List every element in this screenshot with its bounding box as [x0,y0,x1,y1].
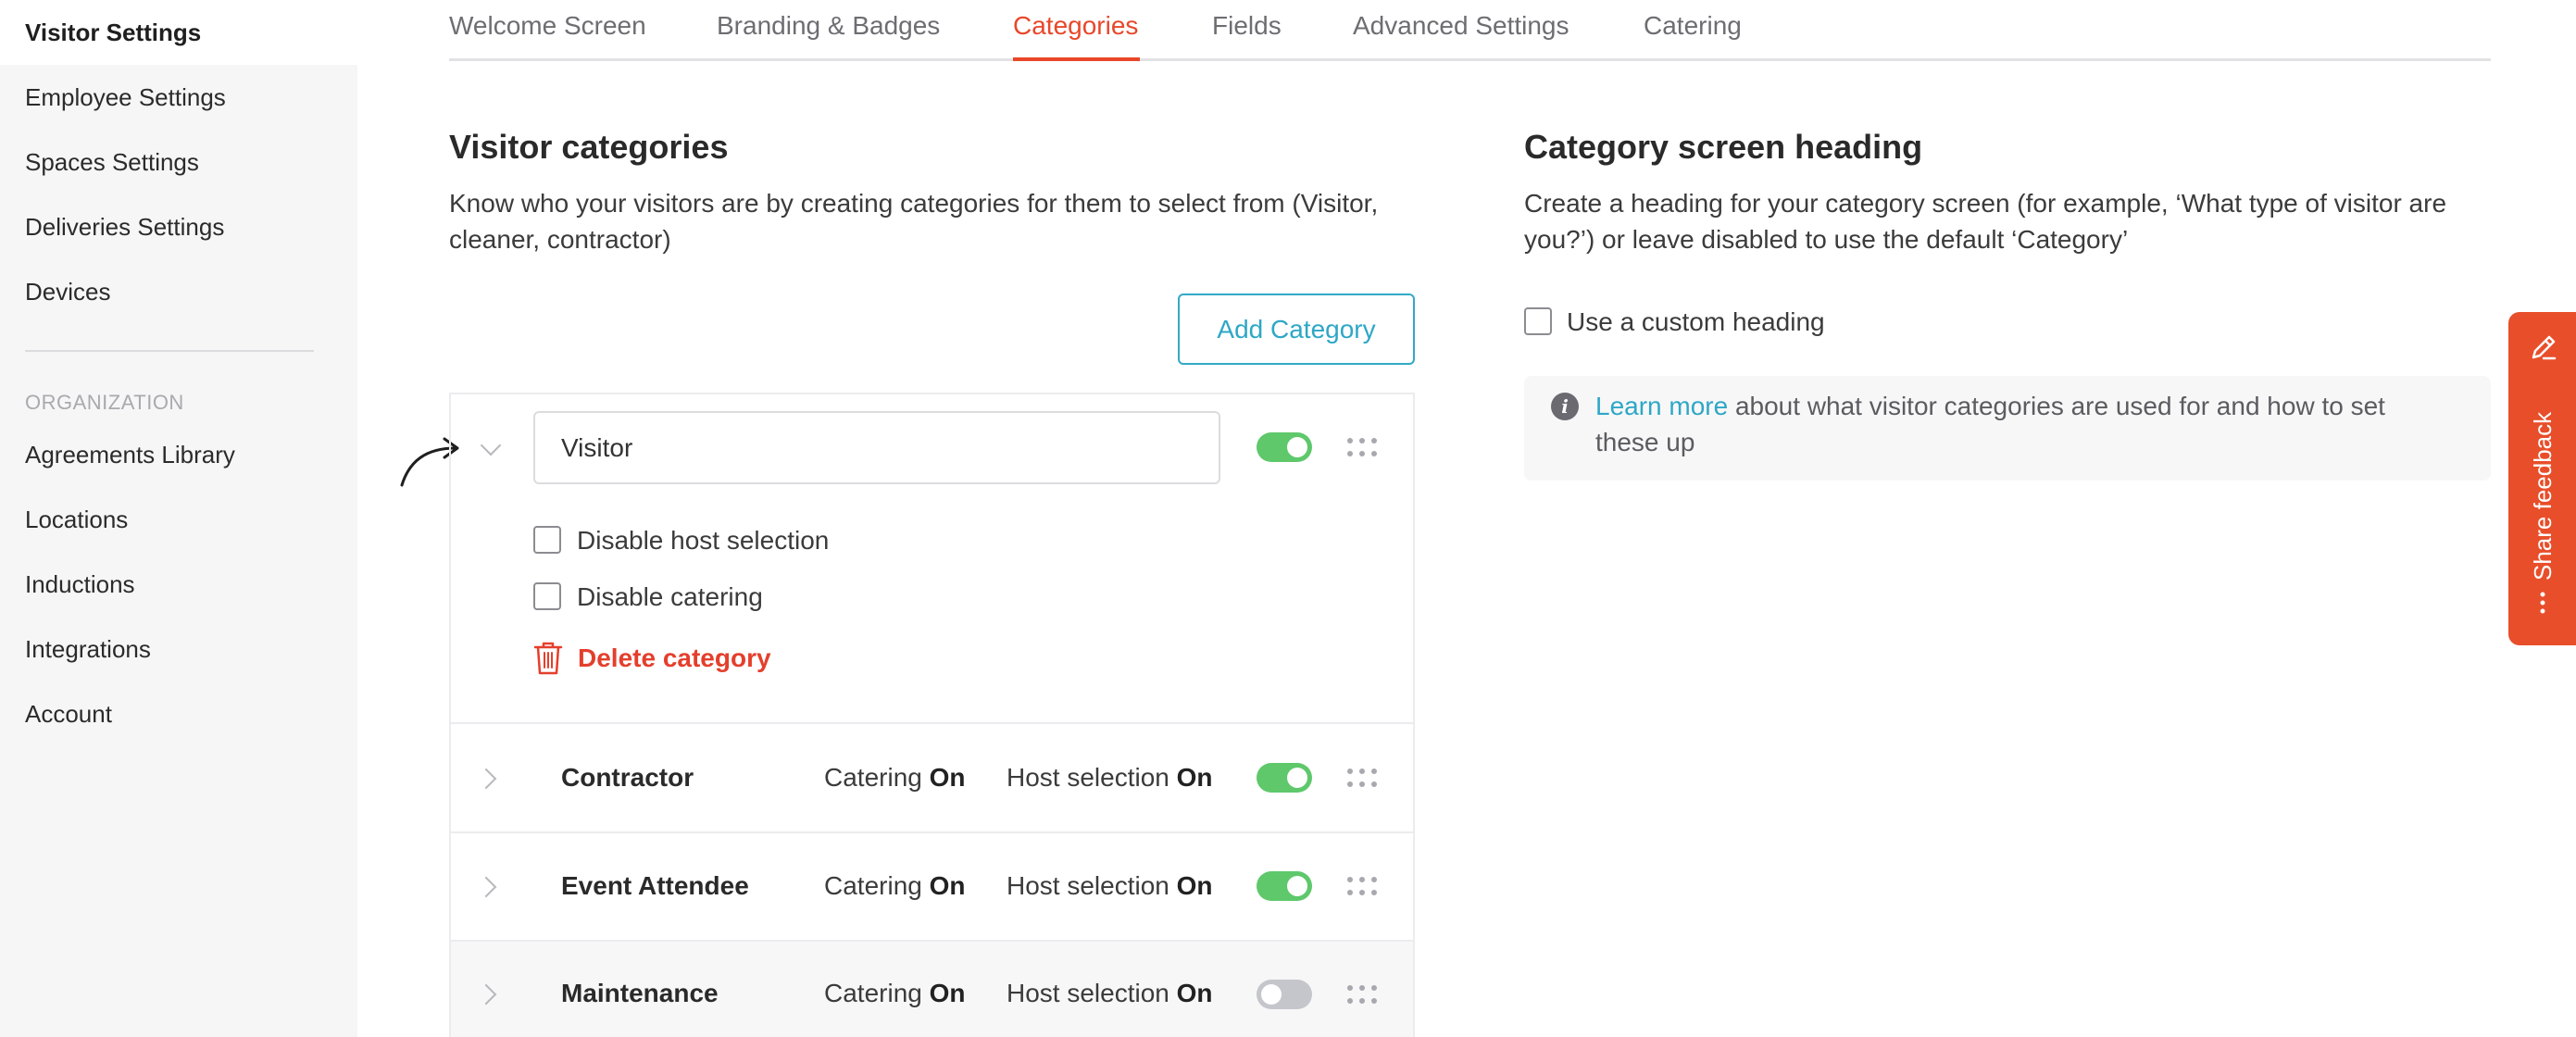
delete-category-button[interactable]: Delete category [533,641,771,676]
sidebar: Visitor Settings Employee Settings Space… [0,0,357,1037]
row-divider [449,831,1415,833]
row-divider [449,940,1415,942]
category-heading-description: Create a heading for your category scree… [1524,189,2447,254]
trash-icon [533,642,563,675]
sidebar-item-devices[interactable]: Devices [25,278,110,306]
row-divider [449,722,1415,724]
drag-handle-icon[interactable] [1347,768,1377,789]
sidebar-section-title: ORGANIZATION [25,391,184,414]
share-feedback-label: Share feedback [2529,411,2557,581]
sidebar-item-spaces-settings[interactable]: Spaces Settings [25,148,199,177]
category-name: Event Attendee [561,871,749,900]
tab-categories[interactable]: Categories [1013,11,1138,41]
tab-fields[interactable]: Fields [1212,11,1282,41]
sidebar-item-agreements-library[interactable]: Agreements Library [25,441,235,469]
disable-catering-checkbox[interactable] [533,582,561,610]
active-tab-indicator [1013,57,1140,61]
sidebar-item-locations[interactable]: Locations [25,506,128,534]
tab-welcome-screen[interactable]: Welcome Screen [449,11,646,41]
custom-heading-checkbox[interactable] [1524,307,1552,335]
sidebar-item-deliveries-settings[interactable]: Deliveries Settings [25,213,224,242]
catering-status: Catering On [824,763,966,792]
sidebar-item-visitor-settings[interactable]: Visitor Settings [25,19,201,47]
tab-branding-badges[interactable]: Branding & Badges [717,11,940,41]
category-heading-title: Category screen heading [1524,128,1923,166]
add-category-button[interactable]: Add Category [1178,294,1415,365]
category-name-input[interactable] [533,411,1220,484]
sidebar-item-employee-settings[interactable]: Employee Settings [25,83,226,112]
catering-status: Catering On [824,871,966,900]
info-text: Learn more about what visitor categories… [1595,388,2429,460]
sidebar-item-inductions[interactable]: Inductions [25,570,135,599]
disable-host-checkbox[interactable] [533,526,561,554]
category-name: Contractor [561,763,694,792]
settings-tabs: Welcome Screen Branding & Badges Categor… [449,0,2491,61]
contractor-toggle[interactable] [1257,763,1312,793]
disable-host-label: Disable host selection [577,526,830,555]
tab-advanced-settings[interactable]: Advanced Settings [1353,11,1569,41]
visitor-categories-description: Know who your visitors are by creating c… [449,189,1379,254]
info-icon: i [1551,393,1579,420]
sidebar-item-account[interactable]: Account [25,700,112,729]
share-feedback-tab[interactable]: Share feedback [2508,312,2576,645]
event-attendee-toggle[interactable] [1257,871,1312,901]
more-dots-icon [2540,592,2545,614]
host-selection-status: Host selection On [1007,979,1213,1007]
tab-catering[interactable]: Catering [1644,11,1742,41]
delete-category-label: Delete category [578,643,771,672]
host-selection-status: Host selection On [1007,871,1213,900]
category-name: Maintenance [561,979,719,1007]
visitor-categories-title: Visitor categories [449,128,729,166]
pencil-icon [2532,335,2557,360]
sidebar-item-integrations[interactable]: Integrations [25,635,151,664]
custom-heading-label: Use a custom heading [1567,307,1825,336]
sidebar-divider [25,350,314,352]
catering-status: Catering On [824,979,966,1007]
visitor-toggle[interactable] [1257,432,1312,462]
drag-handle-icon[interactable] [1347,985,1377,1006]
learn-more-link[interactable]: Learn more [1595,392,1728,420]
maintenance-toggle[interactable] [1257,980,1312,1009]
drag-handle-icon[interactable] [1347,438,1377,458]
drag-handle-icon[interactable] [1347,877,1377,897]
disable-catering-label: Disable catering [577,582,763,611]
host-selection-status: Host selection On [1007,763,1213,792]
